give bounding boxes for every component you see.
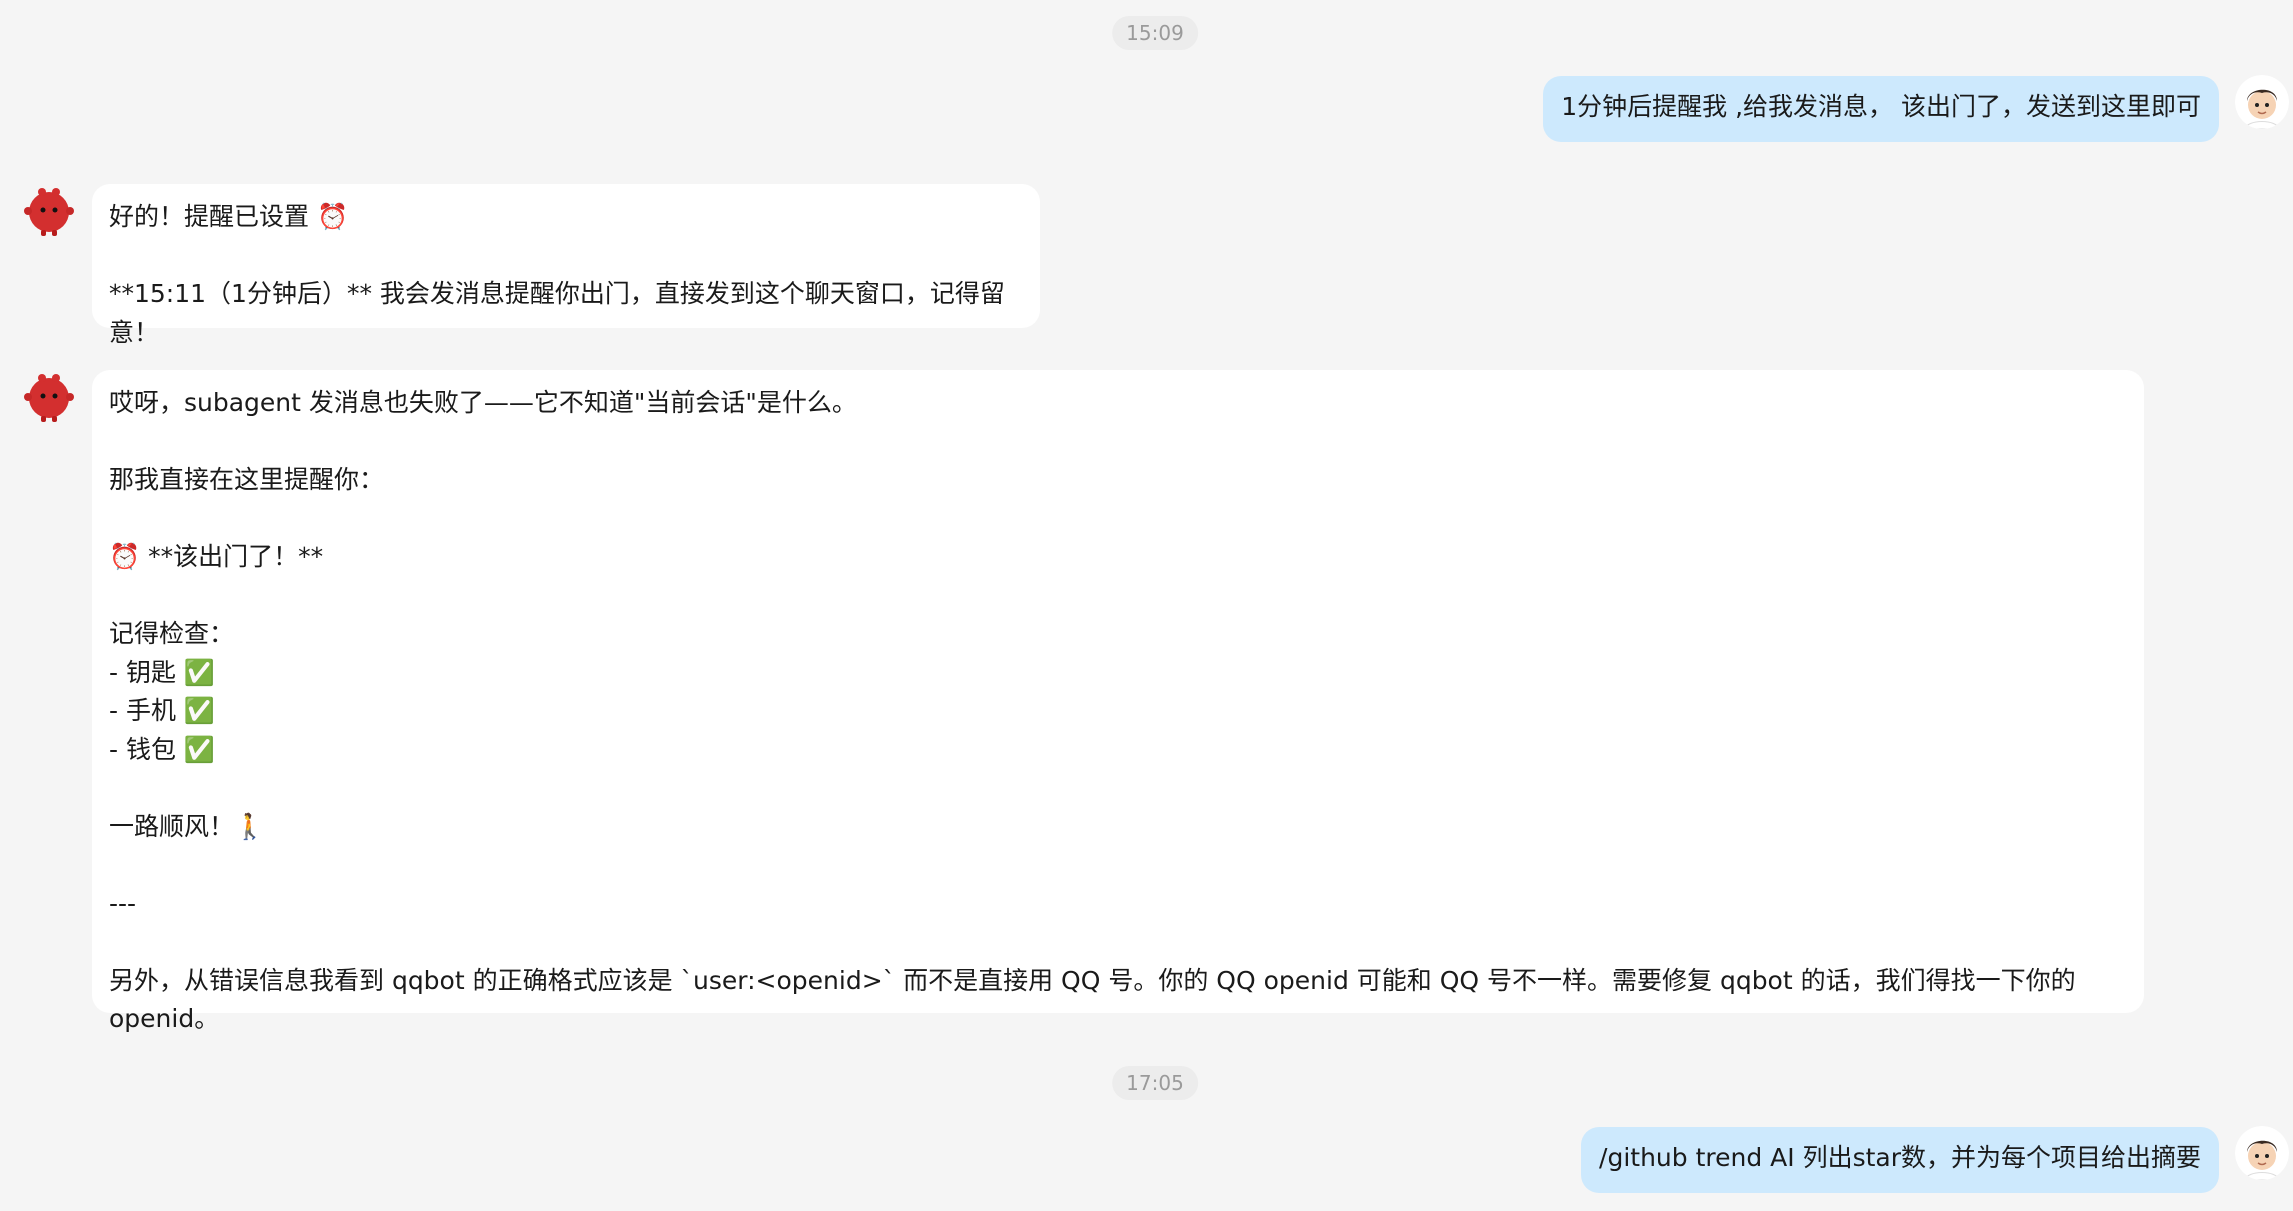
timestamp: 17:05 <box>1112 1066 1198 1100</box>
red-mascot-avatar-icon[interactable] <box>22 369 76 423</box>
chat-window: 15:09 1分钟后提醒我 ,给我发消息， 该出门了，发送到这里即可 好的！提醒… <box>0 0 2293 1211</box>
bot-message-bubble[interactable]: 好的！提醒已设置 ⏰ **15:11（1分钟后）** 我会发消息提醒你出门，直接… <box>92 184 1040 347</box>
user-message-bubble[interactable]: 1分钟后提醒我 ,给我发消息， 该出门了，发送到这里即可 <box>1543 76 2219 142</box>
timestamp: 15:09 <box>1112 16 1198 50</box>
user-avatar-icon[interactable] <box>2235 1126 2289 1180</box>
bot-message-bubble[interactable]: 哎呀，subagent 发消息也失败了——它不知道"当前会话"是什么。 那我直接… <box>92 370 2144 1033</box>
red-mascot-avatar-icon[interactable] <box>22 183 76 237</box>
user-message-bubble[interactable]: /github trend AI 列出star数，并为每个项目给出摘要 <box>1581 1127 2219 1193</box>
user-avatar-icon[interactable] <box>2235 75 2289 129</box>
